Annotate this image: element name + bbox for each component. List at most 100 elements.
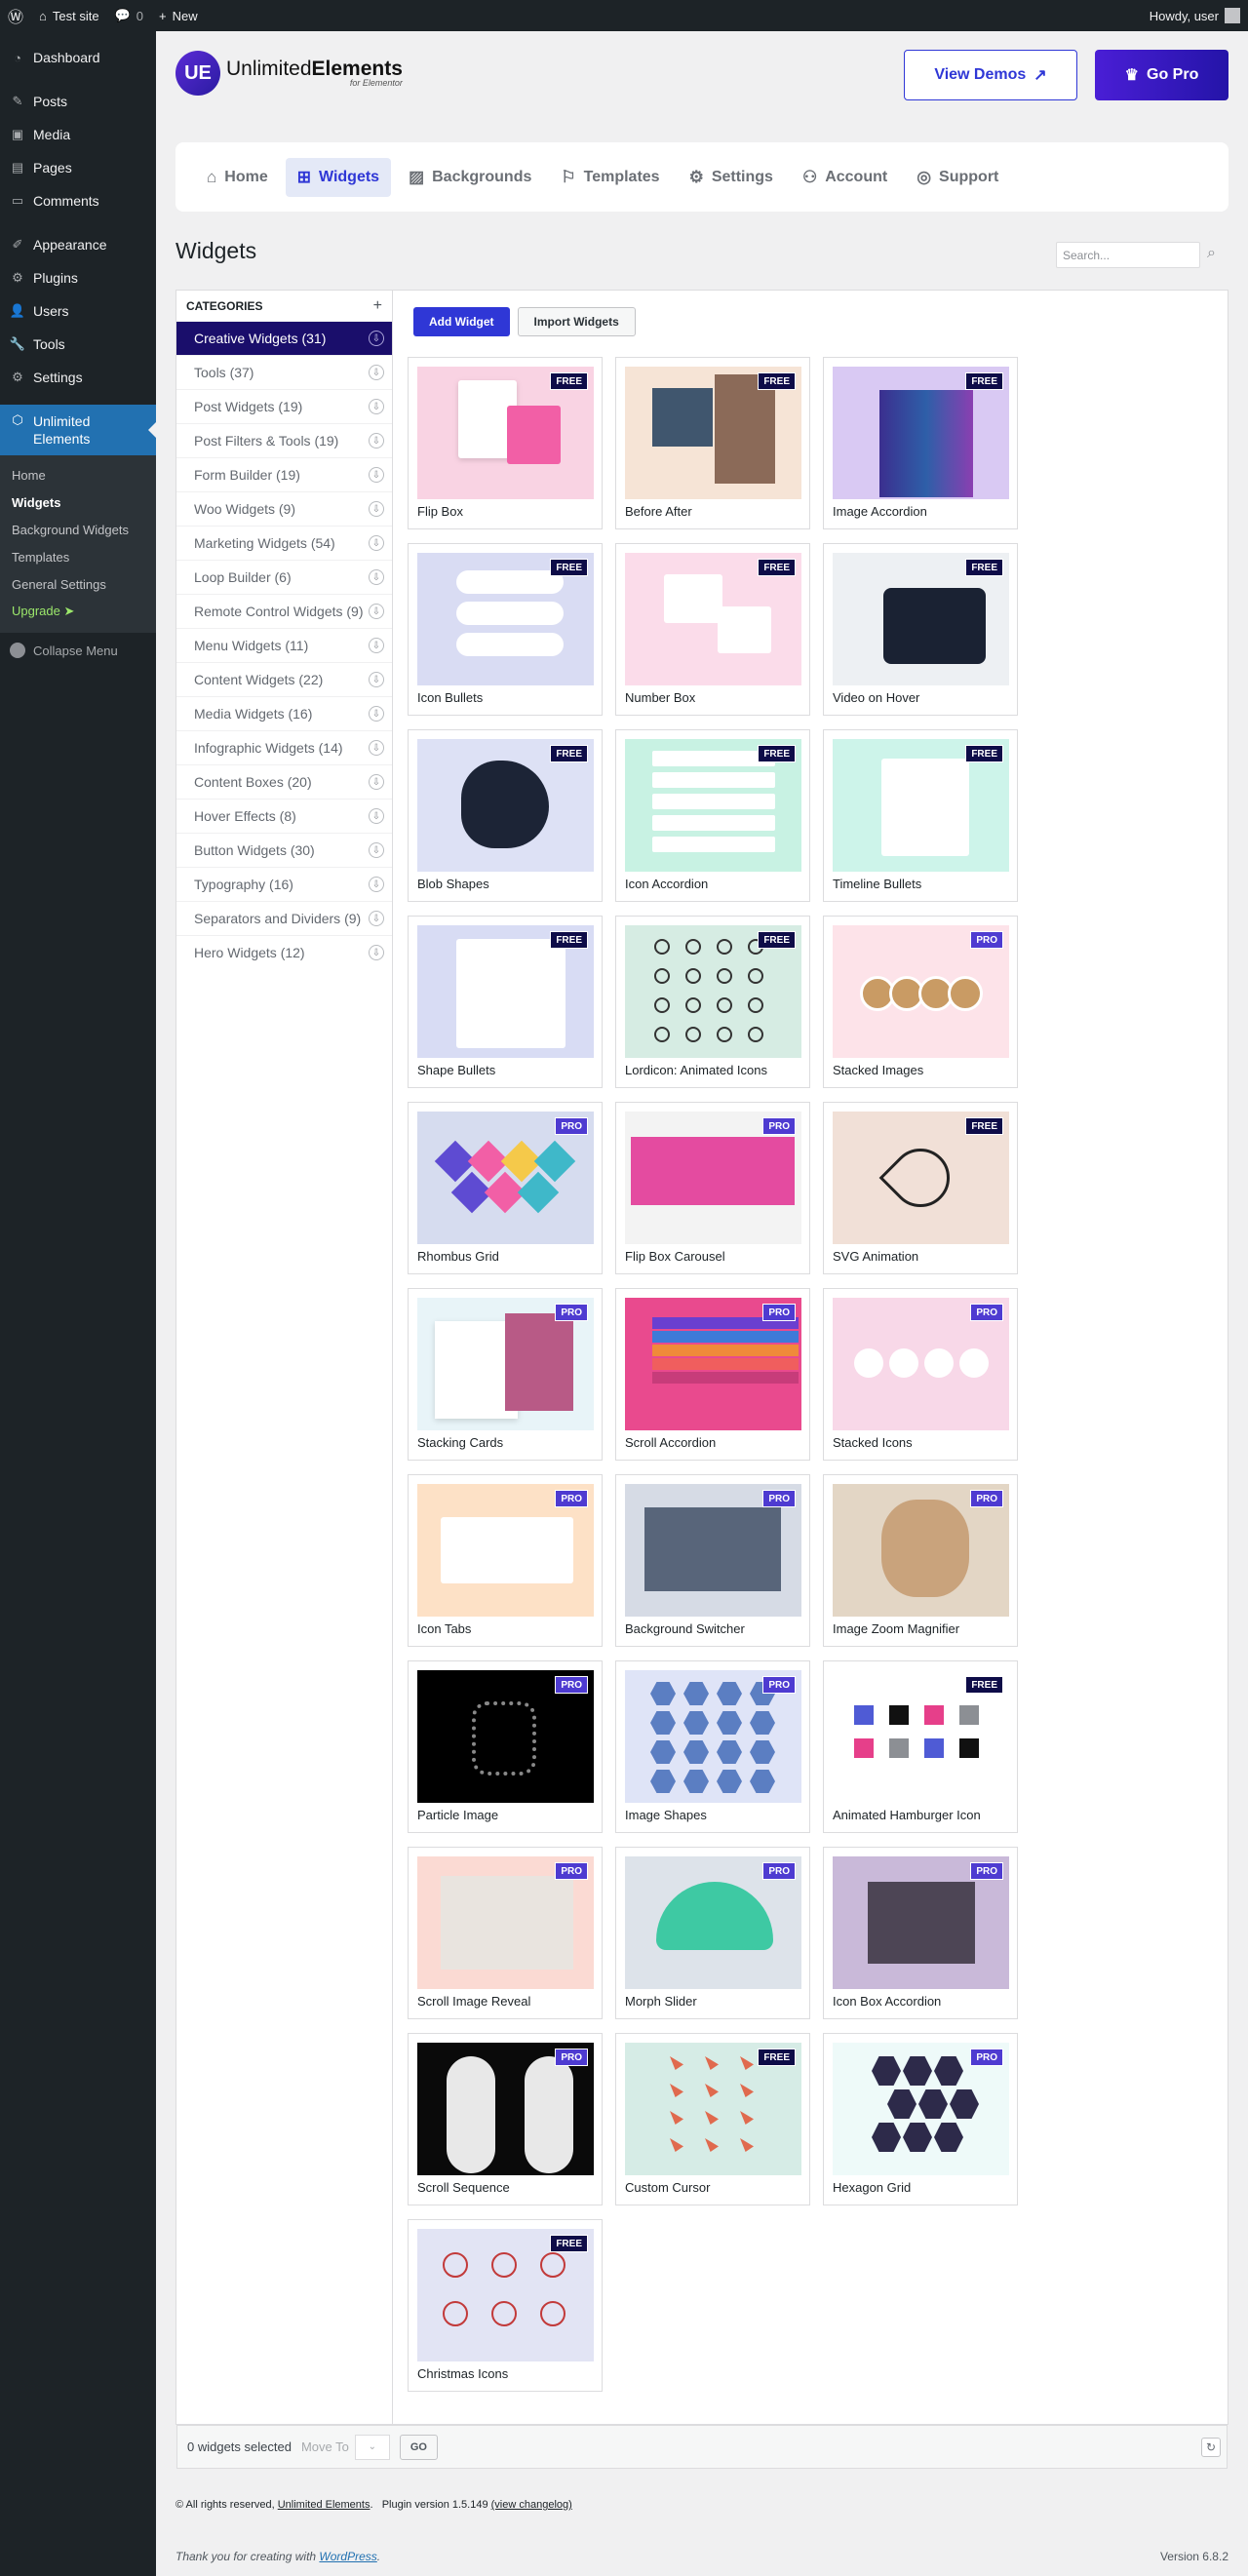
download-icon[interactable]: ⇩ bbox=[369, 535, 384, 551]
sidebar-item-media[interactable]: ▣ Media bbox=[0, 118, 156, 151]
submenu-item-home[interactable]: Home bbox=[0, 461, 156, 488]
widget-card[interactable]: PRO Icon Box Accordion bbox=[823, 1847, 1018, 2019]
submenu-item-background-widgets[interactable]: Background Widgets bbox=[0, 516, 156, 543]
download-icon[interactable]: ⇩ bbox=[369, 467, 384, 483]
tab-home[interactable]: ⌂ Home bbox=[195, 158, 280, 197]
widget-card[interactable]: FREE Shape Bullets bbox=[408, 916, 603, 1088]
widget-card[interactable]: PRO Image Zoom Magnifier bbox=[823, 1474, 1018, 1647]
sidebar-item-users[interactable]: 👤 Users bbox=[0, 294, 156, 328]
category-item[interactable]: Menu Widgets (11) ⇩ bbox=[176, 628, 392, 662]
sidebar-item-unlimited-elements[interactable]: ⬡ Unlimited Elements bbox=[0, 405, 156, 455]
go-button[interactable]: GO bbox=[399, 2434, 438, 2460]
sidebar-item-settings[interactable]: ⚙ Settings bbox=[0, 361, 156, 394]
submenu-item-general-settings[interactable]: General Settings bbox=[0, 570, 156, 598]
download-icon[interactable]: ⇩ bbox=[369, 569, 384, 585]
sidebar-item-comments[interactable]: ▭ Comments bbox=[0, 184, 156, 217]
add-category-icon[interactable]: + bbox=[373, 297, 382, 315]
import-widgets-button[interactable]: Import Widgets bbox=[517, 307, 636, 336]
widget-card[interactable]: PRO Rhombus Grid bbox=[408, 1102, 603, 1274]
widget-card[interactable]: PRO Scroll Accordion bbox=[615, 1288, 810, 1461]
category-item[interactable]: Woo Widgets (9) ⇩ bbox=[176, 491, 392, 526]
download-icon[interactable]: ⇩ bbox=[369, 672, 384, 687]
widget-card[interactable]: PRO Scroll Image Reveal bbox=[408, 1847, 603, 2019]
widget-card[interactable]: PRO Stacked Icons bbox=[823, 1288, 1018, 1461]
refresh-icon[interactable]: ↻ bbox=[1201, 2438, 1221, 2457]
category-item[interactable]: Loop Builder (6) ⇩ bbox=[176, 560, 392, 594]
widget-card[interactable]: FREE Video on Hover bbox=[823, 543, 1018, 716]
download-icon[interactable]: ⇩ bbox=[369, 740, 384, 756]
collapse-menu-button[interactable]: Collapse Menu bbox=[0, 633, 156, 668]
widget-card[interactable]: FREE Flip Box bbox=[408, 357, 603, 529]
widget-card[interactable]: PRO Morph Slider bbox=[615, 1847, 810, 2019]
widget-card[interactable]: FREE Icon Bullets bbox=[408, 543, 603, 716]
download-icon[interactable]: ⇩ bbox=[369, 877, 384, 892]
submenu-item-templates[interactable]: Templates bbox=[0, 543, 156, 570]
new-content-link[interactable]: + New bbox=[151, 0, 206, 31]
tab-widgets[interactable]: ⊞ Widgets bbox=[285, 157, 392, 197]
download-icon[interactable]: ⇩ bbox=[369, 433, 384, 449]
category-item[interactable]: Post Widgets (19) ⇩ bbox=[176, 389, 392, 423]
wordpress-link[interactable]: WordPress bbox=[319, 2550, 376, 2563]
sidebar-item-plugins[interactable]: ⚙ Plugins bbox=[0, 261, 156, 294]
comments-link[interactable]: 💬 0 bbox=[107, 0, 151, 31]
category-item[interactable]: Media Widgets (16) ⇩ bbox=[176, 696, 392, 730]
category-item[interactable]: Tools (37) ⇩ bbox=[176, 355, 392, 389]
download-icon[interactable]: ⇩ bbox=[369, 706, 384, 722]
widget-card[interactable]: FREE Animated Hamburger Icon bbox=[823, 1660, 1018, 1833]
tab-backgrounds[interactable]: ▨ Backgrounds bbox=[397, 158, 543, 197]
category-item[interactable]: Content Boxes (20) ⇩ bbox=[176, 764, 392, 799]
sidebar-item-appearance[interactable]: ✐ Appearance bbox=[0, 228, 156, 261]
go-pro-button[interactable]: ♛ Go Pro bbox=[1095, 50, 1228, 100]
download-icon[interactable]: ⇩ bbox=[369, 808, 384, 824]
download-icon[interactable]: ⇩ bbox=[369, 774, 384, 790]
widget-card[interactable]: PRO Flip Box Carousel bbox=[615, 1102, 810, 1274]
widget-card[interactable]: PRO Scroll Sequence bbox=[408, 2033, 603, 2205]
category-item[interactable]: Marketing Widgets (54) ⇩ bbox=[176, 526, 392, 560]
download-icon[interactable]: ⇩ bbox=[369, 604, 384, 619]
widget-card[interactable]: FREE Custom Cursor bbox=[615, 2033, 810, 2205]
widget-card[interactable]: FREE Number Box bbox=[615, 543, 810, 716]
download-icon[interactable]: ⇩ bbox=[369, 638, 384, 653]
unlimited-elements-logo[interactable]: UE UnlimitedElements for Elementor bbox=[176, 51, 403, 96]
tab-support[interactable]: ◎ Support bbox=[905, 158, 1010, 197]
download-icon[interactable]: ⇩ bbox=[369, 842, 384, 858]
category-item[interactable]: Content Widgets (22) ⇩ bbox=[176, 662, 392, 696]
category-item[interactable]: Button Widgets (30) ⇩ bbox=[176, 833, 392, 867]
view-demos-button[interactable]: View Demos ↗ bbox=[904, 50, 1077, 100]
widget-card[interactable]: PRO Stacking Cards bbox=[408, 1288, 603, 1461]
widget-card[interactable]: PRO Particle Image bbox=[408, 1660, 603, 1833]
submenu-item-widgets[interactable]: Widgets bbox=[0, 488, 156, 516]
widget-card[interactable]: PRO Stacked Images bbox=[823, 916, 1018, 1088]
submenu-item-upgrade[interactable]: Upgrade ➤ bbox=[0, 598, 156, 625]
widget-card[interactable]: FREE SVG Animation bbox=[823, 1102, 1018, 1274]
wordpress-logo-icon[interactable]: Ⓦ bbox=[0, 0, 31, 31]
widget-card[interactable]: PRO Background Switcher bbox=[615, 1474, 810, 1647]
download-icon[interactable]: ⇩ bbox=[369, 501, 384, 517]
category-item[interactable]: Remote Control Widgets (9) ⇩ bbox=[176, 594, 392, 628]
sidebar-item-dashboard[interactable]: ◔ Dashboard bbox=[0, 41, 156, 74]
unlimited-elements-link[interactable]: Unlimited Elements bbox=[278, 2499, 370, 2511]
widget-card[interactable]: FREE Christmas Icons bbox=[408, 2219, 603, 2392]
my-account-link[interactable]: Howdy, user bbox=[1150, 8, 1248, 23]
download-icon[interactable]: ⇩ bbox=[369, 331, 384, 346]
category-item[interactable]: Creative Widgets (31) ⇩ bbox=[176, 321, 392, 355]
site-name-link[interactable]: ⌂ Test site bbox=[31, 0, 107, 31]
widget-card[interactable]: FREE Before After bbox=[615, 357, 810, 529]
widget-card[interactable]: FREE Icon Accordion bbox=[615, 729, 810, 902]
widget-card[interactable]: FREE Lordicon: Animated Icons bbox=[615, 916, 810, 1088]
sidebar-item-posts[interactable]: ✎ Posts bbox=[0, 85, 156, 118]
category-item[interactable]: Form Builder (19) ⇩ bbox=[176, 457, 392, 491]
category-item[interactable]: Hero Widgets (12) ⇩ bbox=[176, 935, 392, 969]
widget-card[interactable]: PRO Image Shapes bbox=[615, 1660, 810, 1833]
widget-card[interactable]: FREE Blob Shapes bbox=[408, 729, 603, 902]
add-widget-button[interactable]: Add Widget bbox=[413, 307, 510, 336]
sidebar-item-pages[interactable]: ▤ Pages bbox=[0, 151, 156, 184]
tab-settings[interactable]: ⚙ Settings bbox=[678, 158, 785, 197]
widget-card[interactable]: PRO Hexagon Grid bbox=[823, 2033, 1018, 2205]
widget-card[interactable]: FREE Image Accordion bbox=[823, 357, 1018, 529]
widget-card[interactable]: PRO Icon Tabs bbox=[408, 1474, 603, 1647]
download-icon[interactable]: ⇩ bbox=[369, 399, 384, 414]
sidebar-item-tools[interactable]: 🔧 Tools bbox=[0, 328, 156, 361]
category-item[interactable]: Separators and Dividers (9) ⇩ bbox=[176, 901, 392, 935]
tab-account[interactable]: ⚇ Account bbox=[791, 158, 899, 197]
